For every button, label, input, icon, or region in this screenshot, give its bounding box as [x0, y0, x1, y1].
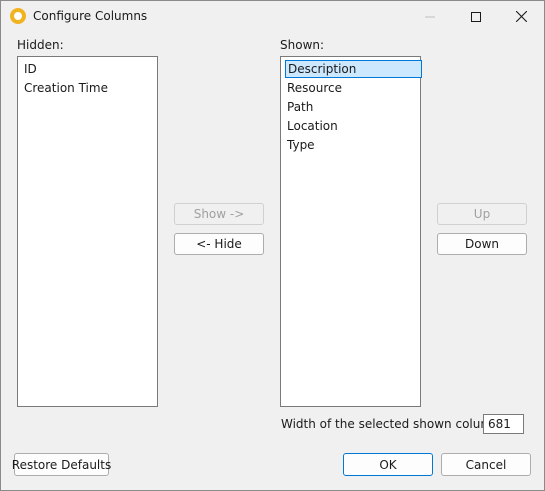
maximize-button[interactable] [453, 1, 499, 32]
hidden-list-item[interactable]: ID [24, 60, 37, 78]
minimize-icon [425, 16, 435, 17]
hide-button[interactable]: <- Hide [174, 233, 264, 255]
app-icon [10, 8, 26, 24]
maximize-icon [471, 11, 481, 22]
ok-button[interactable]: OK [343, 453, 433, 476]
restore-defaults-button[interactable]: Restore Defaults [12, 453, 111, 476]
width-field-label: Width of the selected shown column: [281, 417, 504, 431]
width-input[interactable]: 681 [483, 414, 524, 434]
configure-columns-dialog: Configure Columns Hidden: ID Creation Ti… [0, 0, 545, 491]
shown-label: Shown: [280, 38, 325, 52]
down-button[interactable]: Down [437, 233, 527, 255]
cancel-button[interactable]: Cancel [441, 453, 531, 476]
close-icon [515, 11, 527, 22]
minimize-button[interactable] [407, 1, 453, 32]
window-title: Configure Columns [33, 9, 148, 23]
hidden-columns-list[interactable]: ID Creation Time [17, 56, 158, 407]
hidden-list-item[interactable]: Creation Time [24, 79, 108, 97]
shown-columns-list[interactable]: Description Resource Path Location Type [280, 56, 422, 407]
show-button[interactable]: Show -> [174, 203, 264, 225]
shown-list-item[interactable]: Type [287, 136, 315, 154]
shown-list-item[interactable]: Location [287, 117, 338, 135]
up-button[interactable]: Up [437, 203, 527, 225]
shown-list-item[interactable]: Path [287, 98, 313, 116]
title-bar: Configure Columns [1, 1, 544, 32]
shown-list-item-selected[interactable]: Description [285, 60, 422, 78]
close-button[interactable] [498, 1, 544, 32]
hidden-label: Hidden: [17, 38, 64, 52]
shown-list-item[interactable]: Resource [287, 79, 342, 97]
